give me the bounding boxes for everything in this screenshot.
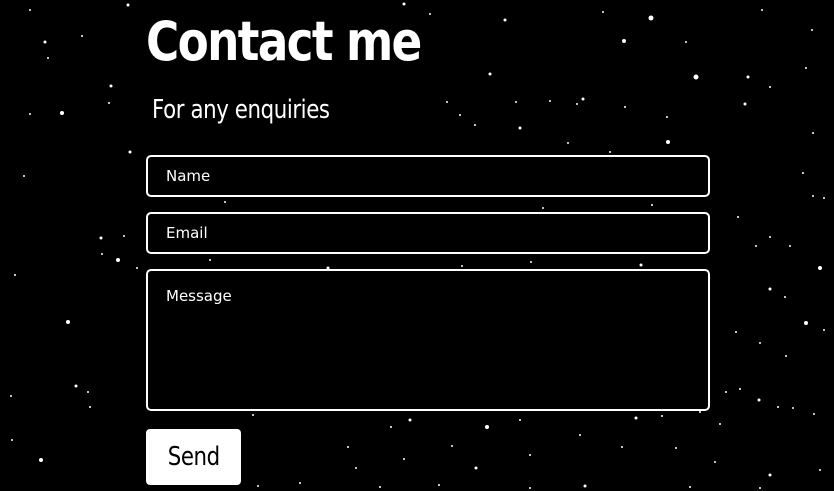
page-title: Contact me bbox=[146, 10, 422, 73]
name-field-wrapper bbox=[146, 155, 710, 197]
email-input[interactable] bbox=[148, 214, 708, 252]
send-button-label: Send bbox=[167, 442, 220, 472]
message-textarea[interactable] bbox=[148, 271, 708, 409]
send-button[interactable]: Send bbox=[146, 429, 241, 485]
page-subtitle: For any enquiries bbox=[152, 95, 330, 125]
contact-page: Contact me For any enquiries Send bbox=[0, 0, 834, 491]
name-input[interactable] bbox=[148, 157, 708, 195]
email-field-wrapper bbox=[146, 212, 710, 254]
message-field-wrapper bbox=[146, 269, 710, 411]
